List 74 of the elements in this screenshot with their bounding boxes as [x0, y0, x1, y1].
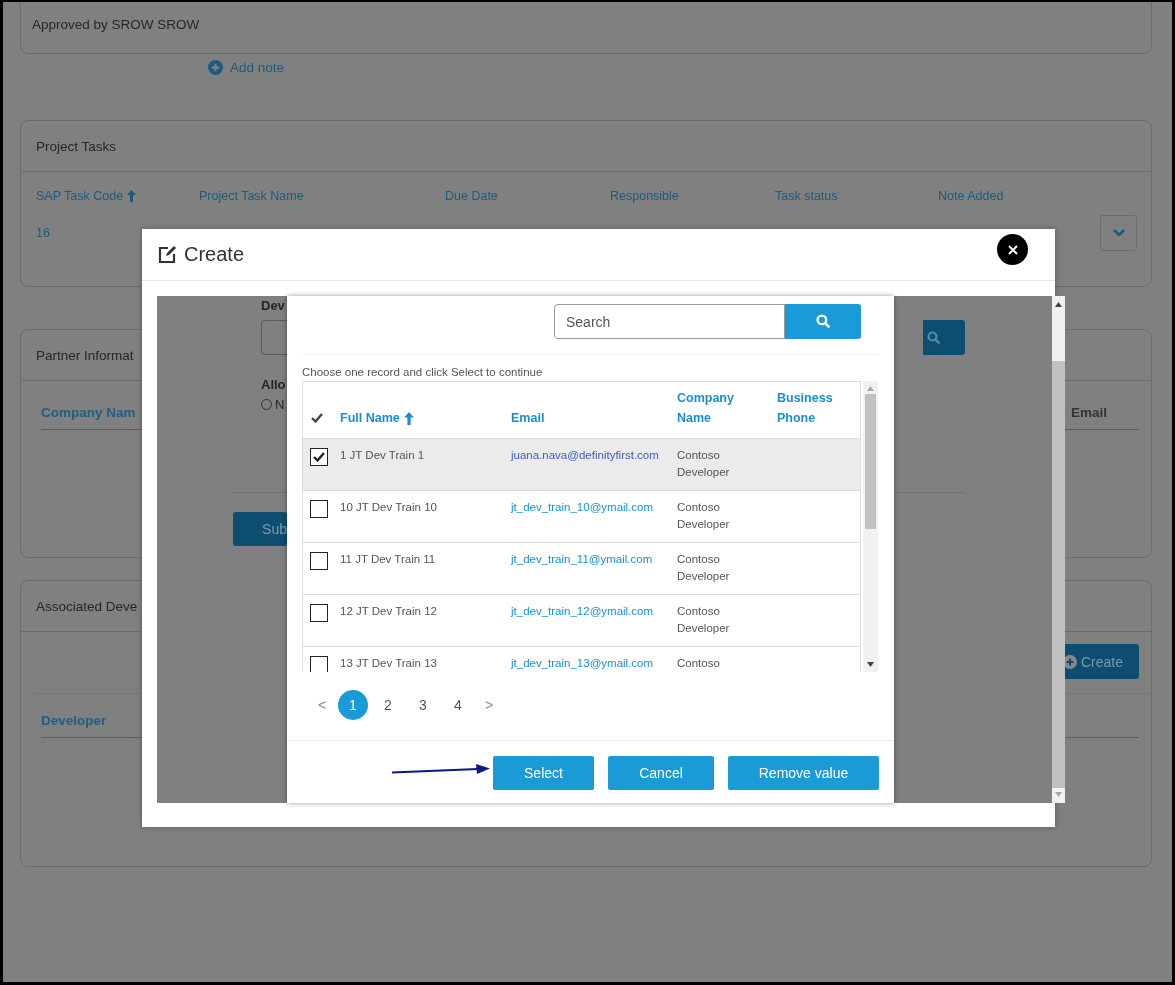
expand-button[interactable] — [1100, 215, 1137, 251]
dialog-button[interactable]: Select — [493, 756, 594, 790]
column-header[interactable]: Full Name — [340, 408, 414, 428]
dialog-button[interactable]: Remove value — [728, 756, 879, 790]
column-header[interactable]: Responsible — [610, 189, 679, 203]
record-row[interactable]: 10 JT Dev Train 10 jt_dev_train_10@ymail.com Contoso Developer — [303, 490, 860, 542]
column-header[interactable]: Company Name — [677, 389, 739, 428]
column-header[interactable]: Note Added — [938, 189, 1004, 203]
search-button[interactable] — [785, 304, 861, 339]
scrollbar[interactable] — [1052, 296, 1065, 803]
field-label: Allo — [261, 377, 286, 392]
record-row[interactable]: 12 JT Dev Train 12 jt_dev_train_12@ymail.com Contoso Developer — [303, 594, 860, 646]
checkbox[interactable] — [310, 500, 328, 518]
check-icon — [311, 413, 323, 423]
full-name-cell-text: 1 JT Dev Train 1 — [340, 448, 426, 463]
card-title: Partner Informat — [36, 347, 134, 363]
edit-icon — [157, 244, 177, 265]
column-header[interactable]: Due Date — [445, 189, 498, 203]
column-header[interactable]: Business Phone — [777, 389, 860, 428]
record-row[interactable]: 1 JT Dev Train 1 juana.nava@definityfirst.com Contoso Developer — [303, 438, 860, 490]
company-cell-text: Contoso Developer — [677, 604, 731, 636]
search-icon — [815, 314, 831, 329]
email-link[interactable]: jt_dev_train_12@ymail.com — [511, 605, 654, 617]
search-field[interactable]: Search — [554, 304, 785, 339]
field-label: Dev — [261, 298, 285, 313]
page-button[interactable]: 1 — [338, 690, 368, 720]
email-link[interactable]: jt_dev_train_10@ymail.com — [511, 501, 654, 513]
full-name-cell-text: 12 JT Dev Train 12 — [340, 604, 438, 619]
column-header[interactable]: Project Task Name — [199, 189, 304, 203]
radio-label: N — [275, 397, 285, 412]
email-link[interactable]: jt_dev_train_11@ymail.com — [511, 553, 653, 565]
approval-text: Approved by SROW SROW — [32, 17, 200, 32]
close-icon — [1007, 244, 1018, 255]
company-cell-text: Contoso Developer — [677, 552, 731, 584]
next-page-button[interactable]: > — [478, 690, 500, 720]
instruction-text: Choose one record and click Select to continue — [302, 366, 544, 378]
dialog-button[interactable]: Cancel — [608, 756, 714, 790]
checkbox[interactable] — [310, 604, 328, 622]
sort-up-arrow-icon — [403, 411, 414, 425]
email-link[interactable]: jt_dev_train_13@ymail.com — [511, 657, 654, 669]
scroll-up-arrow-icon[interactable] — [1055, 302, 1062, 307]
full-name-cell-text: 10 JT Dev Train 10 — [340, 500, 438, 515]
company-cell-text: Contoso — [677, 656, 721, 671]
table-cell: 16 — [36, 226, 50, 240]
company-cell-text: Contoso Developer — [677, 500, 731, 532]
previous-page-button[interactable]: < — [311, 690, 333, 720]
search-icon — [927, 330, 941, 345]
card-title: Project Tasks — [36, 138, 117, 154]
checkbox[interactable] — [310, 656, 328, 672]
record-row[interactable]: 11 JT Dev Train 11 jt_dev_train_11@ymail.com Contoso Developer — [303, 542, 860, 594]
scrollbar[interactable] — [863, 381, 878, 672]
column-header[interactable]: Task status — [775, 189, 838, 203]
checkbox[interactable] — [310, 448, 328, 466]
email-link[interactable]: juana.nava@definityfirst.com — [511, 449, 659, 461]
full-name-cell-text: 13 JT Dev Train 13 — [340, 656, 438, 671]
submit-button[interactable]: Sub — [233, 512, 287, 546]
page-button[interactable]: 2 — [373, 690, 403, 720]
column-header[interactable]: Email — [511, 408, 545, 428]
full-name-cell-text: 11 JT Dev Train 11 — [340, 552, 437, 567]
search-button[interactable] — [923, 320, 965, 355]
page-button[interactable]: 4 — [443, 690, 473, 720]
close-button[interactable] — [997, 234, 1028, 265]
plus-circle-icon — [208, 60, 223, 75]
dialog-title: Create — [184, 243, 245, 266]
company-cell-text: Contoso Developer — [677, 448, 731, 480]
checkbox[interactable] — [310, 552, 328, 570]
card-title: Associated Deve — [36, 598, 138, 614]
column-header[interactable]: Email — [1070, 405, 1139, 420]
add-note-link[interactable]: Add note — [208, 60, 285, 75]
scroll-down-arrow-icon[interactable] — [867, 662, 874, 667]
column-header[interactable]: SAP Task Code — [36, 189, 137, 203]
page-button[interactable]: 3 — [408, 690, 438, 720]
sort-up-arrow-icon — [127, 190, 137, 202]
chevron-down-icon — [1112, 229, 1125, 237]
